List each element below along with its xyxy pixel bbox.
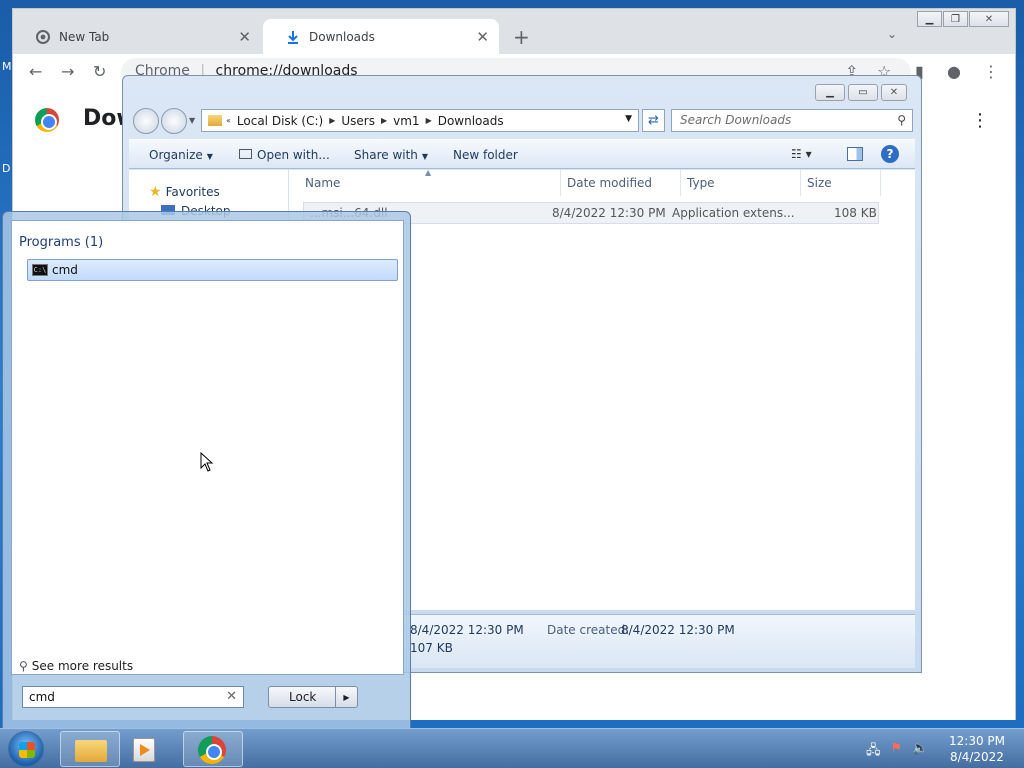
chevron-right-icon[interactable]: ▶ [381, 116, 387, 125]
start-search-input[interactable]: cmd ✕ [22, 686, 244, 708]
chrome-icon [198, 736, 226, 764]
lock-button[interactable]: Lock ▶ [268, 686, 358, 708]
minimize-button[interactable]: ▁ [917, 11, 942, 27]
forward-icon[interactable]: → [61, 62, 74, 81]
download-icon [285, 29, 301, 45]
file-type: Application extens... [672, 206, 795, 220]
column-size[interactable]: Size [801, 170, 881, 196]
restore-button[interactable]: ❐ [943, 11, 968, 27]
overflow-icon[interactable]: « [226, 116, 231, 125]
back-button[interactable] [133, 108, 159, 134]
tab-downloads[interactable]: Downloads ✕ [263, 19, 499, 54]
column-date-modified[interactable]: Date modified [561, 170, 681, 196]
chrome-icon [35, 29, 51, 45]
search-results-pane: Programs (1) C:\ cmd ⚲ See more results [11, 220, 404, 675]
search-icon: ⚲ [897, 113, 906, 127]
start-search-value: cmd [29, 690, 55, 704]
column-type[interactable]: Type [681, 170, 801, 196]
lock-label: Lock [289, 690, 317, 704]
result-cmd[interactable]: C:\ cmd [27, 259, 398, 281]
chevron-right-icon[interactable]: ▶ [329, 116, 335, 125]
desktop-icon-label-m: M [2, 60, 12, 73]
result-label: cmd [52, 263, 78, 277]
file-date-modified: 8/4/2022 12:30 PM [552, 206, 666, 220]
refresh-button[interactable]: ⇄ [642, 109, 665, 132]
chevron-right-icon[interactable]: ▶ [335, 687, 357, 707]
search-placeholder: Search Downloads [680, 113, 792, 127]
volume-icon[interactable]: 🔈 [912, 741, 928, 763]
taskbar: 🖧 ⚑ 🔈 12:30 PM 8/4/2022 [0, 728, 1024, 768]
reload-icon[interactable]: ↻ [93, 62, 106, 81]
system-tray: 🖧 ⚑ 🔈 [866, 741, 928, 763]
search-input[interactable]: Search Downloads ⚲ [671, 109, 913, 132]
taskbar-chrome[interactable] [183, 731, 243, 767]
forward-button[interactable] [161, 108, 187, 134]
details-date-modified: 8/4/2022 12:30 PM [410, 623, 524, 637]
breadcrumb-downloads[interactable]: Downloads [438, 114, 504, 128]
share-with-button[interactable]: Share with ▼ [354, 148, 428, 162]
breadcrumb-local-disk[interactable]: Local Disk (C:) [237, 114, 323, 128]
see-more-results-link[interactable]: ⚲ See more results [19, 659, 133, 673]
details-size: 107 KB [410, 641, 453, 655]
network-icon[interactable]: 🖧 [866, 741, 881, 763]
clock[interactable]: 12:30 PM 8/4/2022 [940, 733, 1014, 765]
media-player-icon [133, 738, 155, 762]
open-with-button[interactable]: Open with... [239, 148, 330, 162]
minimize-button[interactable]: ▁ [815, 84, 845, 101]
command-prompt-icon: C:\ [32, 264, 48, 276]
breadcrumb-vm1[interactable]: vm1 [393, 114, 419, 128]
taskbar-explorer[interactable] [60, 731, 120, 767]
maximize-button[interactable]: ▭ [848, 84, 878, 101]
chrome-logo-icon [35, 108, 59, 132]
chrome-window-controls: ▁ ❐ ✕ [917, 11, 1010, 27]
preview-pane-icon[interactable] [847, 147, 863, 161]
programs-heading[interactable]: Programs (1) [19, 235, 103, 250]
search-icon: ⚲ [19, 659, 28, 673]
organize-button[interactable]: Organize ▼ [149, 148, 213, 162]
chrome-menu-icon[interactable]: ⋮ [983, 62, 999, 81]
chevron-down-icon[interactable]: ▼ [625, 114, 632, 124]
help-icon[interactable]: ? [881, 145, 899, 163]
windows-logo-icon [19, 742, 35, 758]
close-icon[interactable]: ✕ [238, 28, 251, 46]
sort-ascending-icon: ▲ [425, 168, 432, 177]
clear-icon[interactable]: ✕ [226, 689, 237, 704]
nav-favorites[interactable]: ★ Favorites [149, 184, 220, 200]
details-date-created-label: Date created: [547, 623, 630, 637]
explorer-address-bar[interactable]: « Local Disk (C:) ▶ Users ▶ vm1 ▶ Downlo… [201, 109, 639, 132]
close-button[interactable]: ✕ [969, 11, 1009, 27]
new-folder-button[interactable]: New folder [453, 148, 518, 162]
desktop-icon-label-d: D [2, 162, 11, 175]
folder-icon [75, 740, 107, 762]
breadcrumb-users[interactable]: Users [341, 114, 375, 128]
star-icon: ★ [149, 184, 162, 200]
tab-new-tab[interactable]: New Tab ✕ [13, 19, 261, 54]
new-tab-icon[interactable]: + [513, 25, 530, 49]
details-date-created: 8/4/2022 12:30 PM [621, 623, 735, 637]
file-size: 108 KB [834, 206, 877, 220]
tab-strip: New Tab ✕ Downloads ✕ + ⌄ ▁ ❐ ✕ [13, 9, 1015, 54]
action-center-icon[interactable]: ⚑ [891, 741, 903, 763]
back-icon[interactable]: ← [29, 62, 42, 81]
start-button[interactable] [8, 731, 44, 767]
tab-search-icon[interactable]: ⌄ [887, 27, 897, 41]
change-view-icon[interactable]: ☷ ▾ [791, 147, 812, 161]
recent-pages-icon[interactable]: ▼ [189, 116, 195, 125]
chevron-right-icon[interactable]: ▶ [426, 116, 432, 125]
tab-label: Downloads [309, 29, 375, 44]
close-icon[interactable]: ✕ [476, 28, 489, 46]
explorer-command-bar: Organize ▼ Open with... Share with ▼ New f… [129, 139, 915, 169]
folder-icon [208, 115, 222, 126]
profile-icon[interactable]: ● [947, 62, 961, 81]
taskbar-media-player[interactable] [122, 731, 182, 767]
close-button[interactable]: ✕ [881, 84, 907, 101]
more-actions-icon[interactable]: ⋮ [971, 110, 989, 131]
app-icon [239, 149, 252, 159]
clock-date: 8/4/2022 [950, 750, 1004, 764]
tab-label: New Tab [59, 29, 110, 44]
clock-time: 12:30 PM [949, 734, 1005, 748]
explorer-window-controls: ▁ ▭ ✕ [815, 84, 910, 101]
